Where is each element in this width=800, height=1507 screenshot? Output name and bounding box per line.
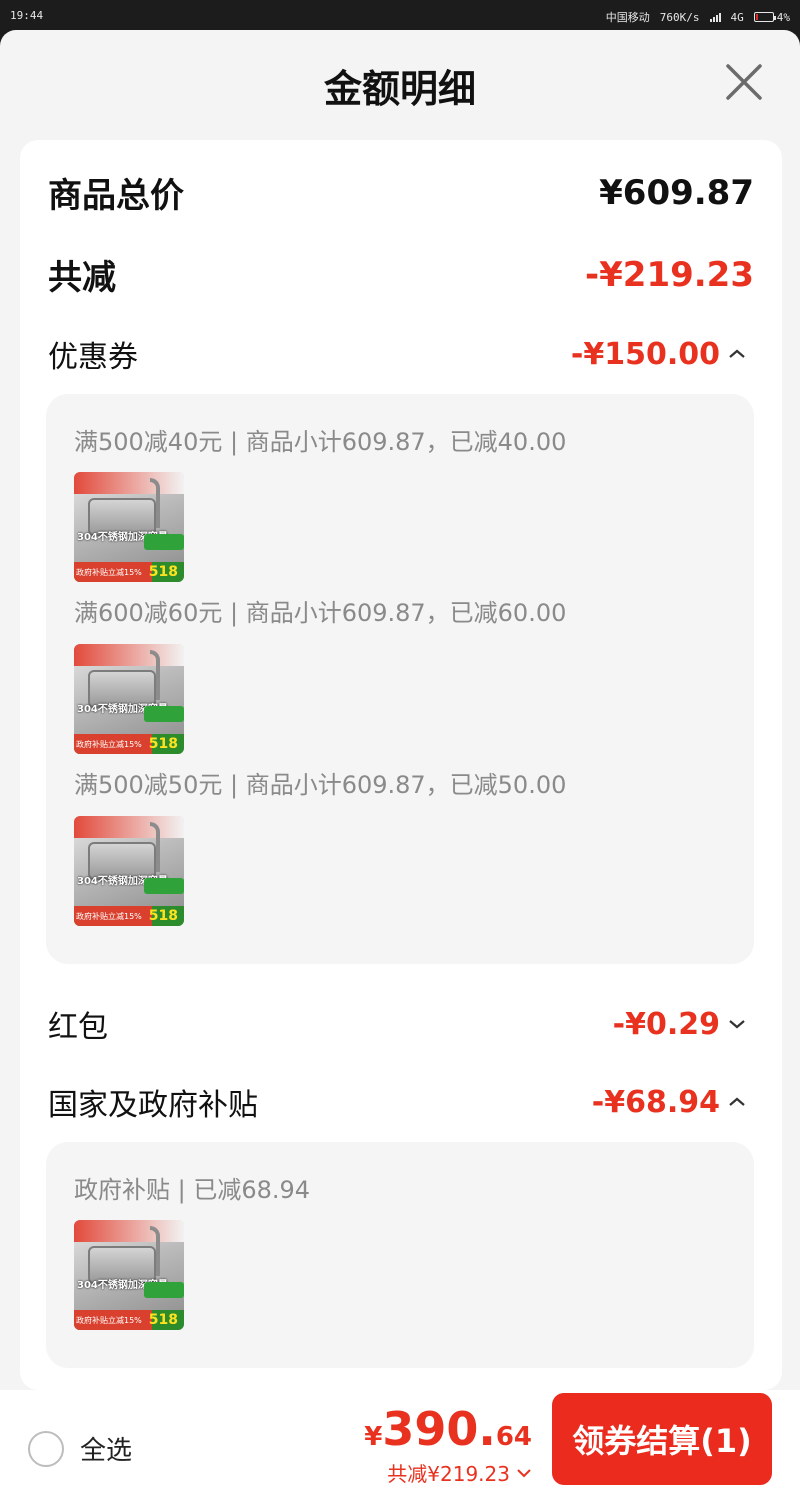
status-carrier: 中国移动 [605, 11, 650, 24]
price-integer: 390. [382, 1402, 496, 1456]
thumb-number: 518 [148, 564, 178, 580]
thumb-subtitle: 政府补贴立减15% [74, 906, 152, 926]
coupon-row[interactable]: 优惠券 -¥150.00 [48, 332, 748, 376]
total-reduce-label: 共减 [48, 258, 116, 298]
product-thumbnail: 304不锈钢加深容量 政府补贴立减15% 518 [74, 1220, 184, 1330]
chevron-down-icon [517, 1468, 531, 1477]
chevron-up-icon[interactable] [726, 347, 748, 361]
hongbao-label: 红包 [48, 1010, 108, 1045]
thumb-number: 518 [148, 908, 178, 924]
coupon-detail: 满500减40元 | 商品小计609.87，已减40.00 304不锈钢加深容量… [46, 394, 754, 964]
checkout-button[interactable]: 领券结算(1) [552, 1393, 772, 1485]
select-all-label: 全选 [80, 1436, 133, 1466]
total-reduce-value: -¥219.23 [585, 254, 754, 295]
total-price-label: 商品总价 [48, 176, 184, 216]
total-price-row: 商品总价 ¥609.87 [48, 168, 754, 217]
subsidy-row[interactable]: 国家及政府补贴 -¥68.94 [48, 1080, 748, 1124]
amount-detail-sheet: 金额明细 商品总价 ¥609.87 共减 -¥219.23 优惠券 -¥150.… [0, 30, 800, 1507]
coupon-label: 优惠券 [48, 340, 138, 375]
status-bar: 19:44 中国移动 760K/s 4G 4% [0, 0, 800, 30]
total-price-value: ¥609.87 [599, 172, 754, 213]
reduced-summary[interactable]: 共减¥219.23 [364, 1458, 532, 1487]
battery-level: 4% [776, 10, 790, 24]
reduced-text: 共减¥219.23 [387, 1462, 510, 1486]
status-right: 中国移动 760K/s 4G 4% [606, 9, 790, 25]
coupon-item-text: 满500减50元 | 商品小计609.87，已减50.00 [74, 771, 567, 799]
close-button[interactable] [718, 56, 770, 108]
sheet-title: 金额明细 [323, 67, 476, 111]
coupon-value: -¥150.00 [570, 336, 720, 372]
status-speed: 760K/s [659, 10, 700, 24]
hongbao-row[interactable]: 红包 -¥0.29 [48, 1002, 748, 1046]
thumb-subtitle: 政府补贴立减15% [74, 562, 152, 582]
subsidy-value: -¥68.94 [591, 1084, 720, 1120]
chevron-up-icon[interactable] [726, 1095, 748, 1109]
subsidy-label: 国家及政府补贴 [48, 1088, 258, 1123]
thumb-number: 518 [148, 1312, 178, 1328]
coupon-item-text: 满500减40元 | 商品小计609.87，已减40.00 [74, 428, 567, 456]
thumb-subtitle: 政府补贴立减15% [74, 1310, 152, 1330]
price-currency: ¥ [364, 1422, 383, 1452]
thumb-subtitle: 政府补贴立减15% [74, 734, 152, 754]
subsidy-item-text: 政府补贴 | 已减68.94 [74, 1176, 311, 1204]
signal-icon [709, 12, 721, 22]
subsidy-detail: 政府补贴 | 已减68.94 304不锈钢加深容量 政府补贴立减15% 518 [46, 1142, 754, 1368]
select-all-toggle[interactable]: 全选 [28, 1430, 132, 1467]
hongbao-value: -¥0.29 [612, 1006, 720, 1042]
coupon-value-wrap: -¥150.00 [571, 337, 748, 372]
product-thumbnail: 304不锈钢加深容量 政府补贴立减15% 518 [74, 816, 184, 926]
thumb-number: 518 [148, 736, 178, 752]
total-price: ¥390.64 共减¥219.23 [364, 1402, 532, 1487]
amount-card: 商品总价 ¥609.87 共减 -¥219.23 优惠券 -¥150.00 满5… [20, 140, 782, 1390]
price-decimal: 64 [495, 1422, 532, 1452]
hongbao-value-wrap: -¥0.29 [613, 1007, 748, 1042]
checkout-bar: 全选 ¥390.64 共减¥219.23 领券结算(1) [0, 1390, 800, 1507]
product-thumbnail: 304不锈钢加深容量 政府补贴立减15% 518 [74, 644, 184, 754]
total-reduce-row: 共减 -¥219.23 [48, 250, 754, 299]
status-network: 4G [730, 10, 744, 24]
final-price: ¥390.64 [364, 1402, 532, 1456]
battery-icon: 4% [753, 10, 790, 24]
coupon-item-text: 满600减60元 | 商品小计609.87，已减60.00 [74, 599, 567, 627]
subsidy-value-wrap: -¥68.94 [592, 1085, 748, 1120]
chevron-down-icon[interactable] [726, 1017, 748, 1031]
select-all-radio[interactable] [28, 1430, 64, 1467]
close-icon [726, 64, 762, 100]
status-time: 19:44 [10, 9, 44, 22]
product-thumbnail: 304不锈钢加深容量 政府补贴立减15% 518 [74, 472, 184, 582]
